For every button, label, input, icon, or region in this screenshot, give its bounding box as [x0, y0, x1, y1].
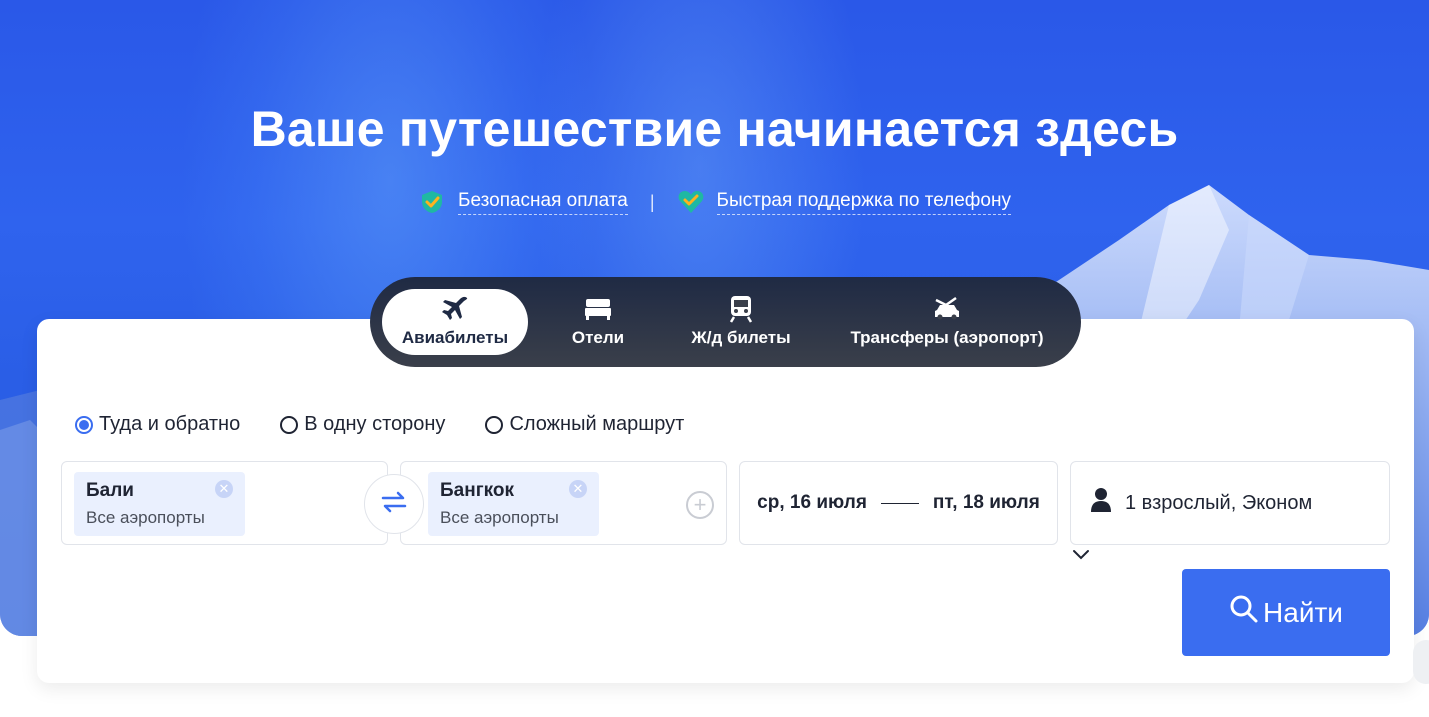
- passengers-selector: 1 взрослый, Эконом: [1071, 462, 1389, 544]
- feature-secure-payment[interactable]: Безопасная оплата: [418, 188, 628, 216]
- dates-range: ср, 16 июля пт, 18 июля: [740, 462, 1057, 544]
- return-date[interactable]: пт, 18 июля: [933, 492, 1040, 514]
- heart-check-icon: [677, 188, 705, 216]
- radio-multi-city[interactable]: Сложный маршрут: [485, 413, 684, 436]
- plane-icon: [441, 296, 469, 322]
- feature-separator: |: [649, 191, 655, 212]
- radio-circle: [75, 415, 93, 434]
- dates-field[interactable]: ср, 16 июля пт, 18 июля: [739, 461, 1058, 545]
- swap-icon: [379, 489, 409, 520]
- swap-button[interactable]: [364, 474, 424, 534]
- person-icon: [1091, 487, 1111, 519]
- radio-label: Туда и обратно: [99, 413, 241, 435]
- passengers-field[interactable]: 1 взрослый, Эконом: [1070, 461, 1390, 560]
- features-row: Безопасная оплата | Быстрая поддержка по…: [0, 188, 1429, 216]
- tab-label: Авиабилеты: [401, 328, 509, 347]
- radio-one-way[interactable]: В одну сторону: [280, 413, 445, 436]
- radio-round-trip[interactable]: Туда и обратно: [75, 413, 240, 436]
- tab-hotels[interactable]: Отели: [528, 289, 668, 355]
- page-title: Ваше путешествие начинается здесь: [250, 101, 1179, 157]
- passengers-label: 1 взрослый, Эконом: [1125, 491, 1313, 514]
- to-field[interactable]: Бангкок Все аэропорты ✕ +: [400, 461, 727, 545]
- clear-to-icon[interactable]: ✕: [569, 480, 587, 498]
- from-field[interactable]: Бали Все аэропорты ✕: [61, 461, 388, 545]
- from-city: Бали: [86, 480, 134, 501]
- bed-icon: [584, 296, 612, 322]
- radio-label: В одну сторону: [304, 413, 446, 435]
- tab-label: Ж/д билеты: [691, 328, 791, 347]
- shield-check-icon: [418, 188, 446, 216]
- feature-label: Быстрая поддержка по телефону: [716, 190, 1011, 215]
- clear-from-icon[interactable]: ✕: [215, 480, 233, 498]
- tab-label: Трансферы (аэропорт): [850, 328, 1044, 347]
- car-icon: [932, 296, 962, 322]
- side-scroll-handle[interactable]: [1413, 640, 1429, 684]
- tab-label: Отели: [571, 328, 625, 347]
- product-tabs: Авиабилеты Отели Ж/д билеты Трансферы (а…: [370, 277, 1081, 367]
- tab-trains[interactable]: Ж/д билеты: [668, 289, 814, 355]
- to-airports: Все аэропорты: [440, 508, 559, 527]
- tab-flights[interactable]: Авиабилеты: [382, 289, 528, 355]
- add-destination-icon[interactable]: +: [686, 491, 714, 519]
- train-icon: [728, 296, 754, 323]
- search-button[interactable]: Найти: [1182, 569, 1390, 656]
- to-city: Бангкок: [440, 480, 514, 501]
- depart-date[interactable]: ср, 16 июля: [757, 492, 867, 514]
- radio-circle: [280, 415, 299, 434]
- chevron-down-icon: [1071, 550, 1091, 568]
- tab-transfers[interactable]: Трансферы (аэропорт): [814, 289, 1080, 355]
- radio-label: Сложный маршрут: [509, 413, 685, 435]
- search-icon: [1229, 594, 1259, 631]
- from-city-chip[interactable]: Бали Все аэропорты ✕: [74, 472, 245, 536]
- radio-circle: [485, 415, 504, 434]
- trip-type-group: Туда и обратно В одну сторону Сложный ма…: [75, 413, 684, 436]
- feature-label: Безопасная оплата: [458, 190, 628, 215]
- to-city-chip[interactable]: Бангкок Все аэропорты ✕: [428, 472, 599, 536]
- feature-phone-support[interactable]: Быстрая поддержка по телефону: [677, 188, 1011, 216]
- date-range-divider: [880, 502, 919, 504]
- search-button-label: Найти: [1263, 596, 1343, 628]
- from-airports: Все аэропорты: [86, 508, 205, 527]
